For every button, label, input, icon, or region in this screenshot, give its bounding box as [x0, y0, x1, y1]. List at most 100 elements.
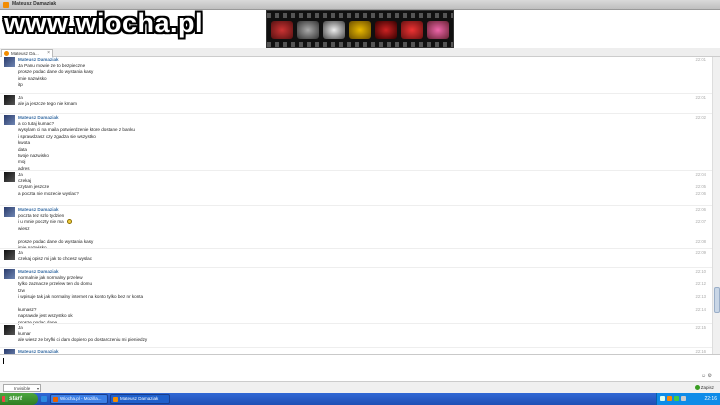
- task-browser-label: Wiocha.pl - Mozilla...: [60, 396, 102, 401]
- message-timestamp: 22:04: [695, 172, 706, 177]
- message-timestamp: 22:01: [695, 95, 706, 100]
- chat-message: Ja 22:09 czekaj opisz mi jak to chcesz wys…: [0, 250, 712, 262]
- message-line: data: [18, 146, 27, 152]
- message-line: imie nazwisko: [18, 75, 47, 81]
- message-line: normalnie jak normalny przelew: [18, 275, 83, 280]
- message-input[interactable]: ☺ ⚙: [0, 354, 720, 381]
- message-separator: [0, 113, 712, 114]
- banner-logo-4: [349, 21, 371, 39]
- quicklaunch-browser-icon[interactable]: [41, 396, 47, 402]
- scrollbar-thumb[interactable]: [714, 287, 720, 313]
- text-caret: [3, 358, 4, 364]
- message-line: prosze podac dane do wystania kasy: [18, 69, 94, 75]
- line-timestamp: 22:07: [695, 219, 706, 225]
- tab-label: Mateusz Da...: [11, 51, 39, 56]
- message-timestamp: 22:01: [695, 57, 706, 62]
- message-line: wiesz: [18, 225, 30, 231]
- clock: 22:16: [704, 396, 717, 402]
- message-separator: [0, 267, 712, 268]
- send-button[interactable]: Zapisz: [694, 384, 714, 391]
- taskbar: start Wiocha.pl - Mozilla... Mateusz Dam…: [0, 393, 720, 405]
- task-browser[interactable]: Wiocha.pl - Mozilla...: [50, 394, 108, 404]
- chat-app-icon: [113, 397, 118, 402]
- message-sender: Ja: [18, 172, 23, 177]
- settings-icon[interactable]: ⚙: [708, 373, 712, 379]
- line-timestamp: 22:12: [695, 281, 706, 287]
- start-button[interactable]: start: [0, 393, 38, 405]
- chat-message: Ja 22:04 czekaj czytam jeszcze 22:05 a poczta…: [0, 172, 712, 197]
- banner-logo-7: [427, 21, 449, 39]
- message-sender: Ja: [18, 250, 23, 255]
- avatar[interactable]: [4, 172, 15, 182]
- chat-message: Mateusz Damaziak 22:02 a co tutaj kumac? wy…: [0, 115, 712, 172]
- watermark: www.wiocha.pl: [4, 8, 204, 38]
- avatar[interactable]: [4, 57, 15, 67]
- chat-message: Mateusz Damaziak 22:06 poczta tez szlo tyd…: [0, 207, 712, 251]
- tab-bar: Mateusz Da... ×: [0, 48, 720, 57]
- close-icon[interactable]: ×: [47, 50, 50, 57]
- message-line: a co tutaj kumac?: [18, 121, 55, 126]
- message-line: wysylam ci na maila potwierdzenie ktore …: [18, 127, 135, 133]
- film-strip-bottom: [267, 42, 453, 47]
- avatar[interactable]: [4, 325, 15, 335]
- banner-logo-2: [297, 21, 319, 39]
- banner-logo-1: [271, 21, 293, 39]
- avatar[interactable]: [4, 95, 15, 105]
- message-sender: Ja: [18, 95, 23, 100]
- message-timestamp: 22:10: [695, 269, 706, 274]
- avatar[interactable]: [4, 115, 15, 125]
- contact-icon: [4, 51, 9, 56]
- windows-flag-icon: [2, 396, 8, 402]
- message-line: Ja Panu mowie ze to bezpieczne: [18, 63, 86, 68]
- banner-logo-6: [401, 21, 423, 39]
- message-timestamp: 22:02: [695, 115, 706, 120]
- tray-icon-2[interactable]: [667, 396, 672, 401]
- chat-history[interactable]: Mateusz Damaziak 22:01 Ja Panu mowie ze to…: [0, 57, 712, 354]
- message-line: czekaj: [18, 178, 32, 183]
- send-label: Zapisz: [700, 385, 714, 390]
- message-separator: [0, 170, 712, 171]
- chat-scrollbar[interactable]: [712, 57, 720, 354]
- message-sender: Ja: [18, 325, 23, 330]
- message-separator: [0, 93, 712, 94]
- tab-conversation[interactable]: Mateusz Da... ×: [1, 49, 53, 57]
- message-sender: Mateusz Damaziak: [18, 207, 59, 212]
- tray-icon-3[interactable]: [674, 396, 679, 401]
- message-line: czekaj opisz mi jak to chcesz wyslac: [18, 256, 93, 261]
- message-separator: [0, 323, 712, 324]
- status-bar: Invisible ▾ Zapisz: [0, 381, 720, 393]
- screen: Mateusz Damaziak www.wiocha.pl Mateusz D…: [0, 0, 720, 405]
- message-sender: Mateusz Damaziak: [18, 115, 59, 120]
- smiley-icon: [67, 219, 72, 225]
- avatar[interactable]: [4, 250, 15, 260]
- firefox-icon: [53, 397, 58, 402]
- tray-icon-1[interactable]: [660, 396, 665, 401]
- banner-logo-5: [375, 21, 397, 39]
- status-dropdown[interactable]: Invisible ▾: [3, 384, 41, 392]
- status-label: Invisible: [14, 386, 31, 391]
- message-line: i wpisuje tak jak normalny internet na k…: [18, 294, 144, 300]
- message-timestamp: 22:06: [695, 207, 706, 212]
- message-separator: [0, 205, 712, 206]
- avatar[interactable]: [4, 269, 15, 279]
- film-strip-top: [267, 13, 453, 18]
- task-chat-label: Mateusz Damaziak: [120, 396, 159, 401]
- message-line: prosze podac dane do wystania kasy: [18, 238, 94, 244]
- message-line: kwota: [18, 140, 31, 146]
- emoticon-icon[interactable]: ☺: [701, 373, 706, 379]
- chat-message: Ja 22:01 ale ja jeszcze tego nie kmam: [0, 95, 712, 107]
- chat-message: Mateusz Damaziak 22:01 Ja Panu mowie ze to…: [0, 57, 712, 89]
- ad-banner[interactable]: [266, 10, 454, 48]
- message-sender: Mateusz Damaziak: [18, 269, 59, 274]
- task-chat[interactable]: Mateusz Damaziak: [110, 394, 170, 404]
- message-line: a poczta nie mozecie wyslac?: [18, 190, 79, 196]
- message-line: kumasz?: [18, 307, 37, 312]
- message-line: twoje nazwisko: [18, 153, 49, 158]
- message-line: tzw: [18, 287, 25, 293]
- line-timestamp: 22:05: [695, 184, 706, 190]
- avatar[interactable]: [4, 207, 15, 217]
- message-line: itp: [18, 82, 23, 88]
- tray-icon-4[interactable]: [681, 396, 686, 401]
- message-separator: [0, 248, 712, 249]
- window-title: Mateusz Damaziak: [12, 1, 57, 7]
